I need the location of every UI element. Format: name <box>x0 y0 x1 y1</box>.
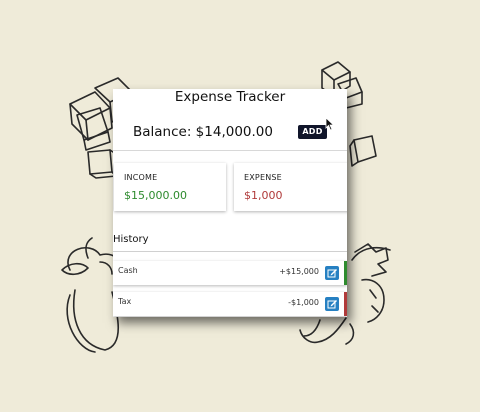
history-item-amount: -$1,000 <box>288 298 319 307</box>
expense-tracker-card: Expense Tracker Balance: $14,000.00 ADD … <box>113 89 347 317</box>
income-value: $15,000.00 <box>124 189 187 202</box>
edit-button[interactable] <box>325 297 339 311</box>
history-divider <box>113 251 347 252</box>
income-summary-box: INCOME $15,000.00 <box>114 163 226 211</box>
income-label: INCOME <box>124 173 158 182</box>
edit-icon <box>327 300 337 309</box>
expense-label: EXPENSE <box>244 173 282 182</box>
history-item-cash: Cash +$15,000 <box>113 261 347 285</box>
mouse-pointer-icon <box>325 117 335 131</box>
history-item-tax: Tax -$1,000 <box>113 292 347 316</box>
expense-indicator-bar <box>344 292 347 316</box>
balance-display: Balance: $14,000.00 <box>133 124 273 140</box>
header-divider <box>113 150 347 151</box>
history-item-amount: +$15,000 <box>279 267 319 276</box>
add-button[interactable]: ADD <box>298 125 327 139</box>
expense-summary-box: EXPENSE $1,000 <box>234 163 347 211</box>
expense-value: $1,000 <box>244 189 283 202</box>
history-item-label: Tax <box>118 297 132 306</box>
income-indicator-bar <box>344 261 347 285</box>
edit-button[interactable] <box>325 266 339 280</box>
app-title: Expense Tracker <box>174 89 286 105</box>
edit-icon <box>327 269 337 278</box>
history-heading: History <box>113 234 149 245</box>
history-item-label: Cash <box>118 266 138 275</box>
